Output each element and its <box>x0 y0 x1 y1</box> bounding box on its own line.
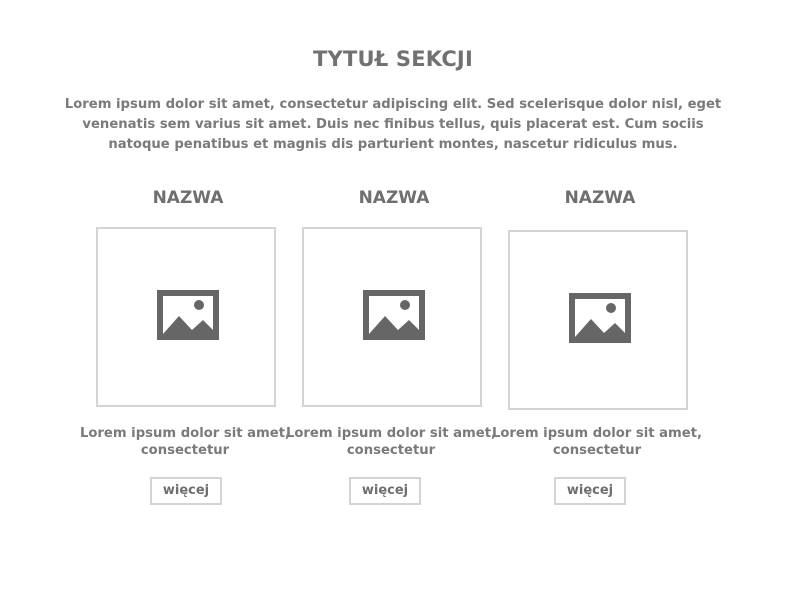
image-placeholder-icon <box>157 290 219 340</box>
image-placeholder-icon <box>569 293 631 343</box>
card-text: Lorem ipsum dolor sit amet, consectetur <box>285 426 497 458</box>
more-button[interactable]: więcej <box>150 477 222 505</box>
card-name: NAZWA <box>358 188 430 208</box>
section-description: Lorem ipsum dolor sit amet, consectetur … <box>64 97 722 153</box>
card-name: NAZWA <box>564 188 636 208</box>
section-title: TYTUŁ SEKCJI <box>313 47 473 72</box>
more-button[interactable]: więcej <box>349 477 421 505</box>
card-name: NAZWA <box>152 188 224 208</box>
card-image-placeholder <box>508 230 688 410</box>
card-image-placeholder <box>96 227 276 407</box>
card-text: Lorem ipsum dolor sit amet, consectetur <box>79 426 291 458</box>
more-button[interactable]: więcej <box>554 477 626 505</box>
card-text: Lorem ipsum dolor sit amet, consectetur <box>491 426 703 458</box>
image-placeholder-icon <box>363 290 425 340</box>
card-image-placeholder <box>302 227 482 407</box>
